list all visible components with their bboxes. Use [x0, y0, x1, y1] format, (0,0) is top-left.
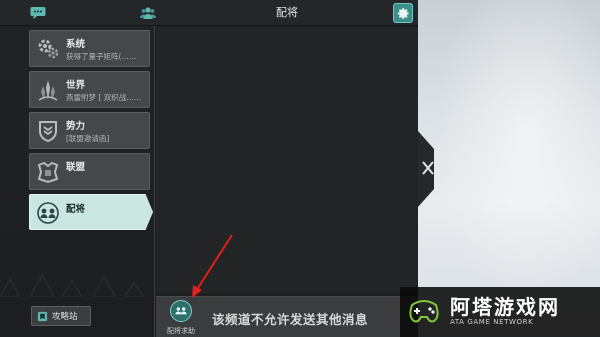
channel-restriction-notice: 该频道不允许发送其他消息 [212, 312, 369, 327]
page-title: 配将 [276, 6, 298, 19]
world-spire-icon [35, 77, 61, 103]
gamepad-logo-icon [409, 300, 439, 323]
pairing-help-icon [170, 300, 192, 322]
channel-title: 世界 [66, 80, 86, 91]
guide-site-label: 攻略站 [52, 312, 78, 322]
channel-last-message: [联盟邀请函] [66, 134, 110, 143]
chat-message-area [156, 27, 418, 293]
gear-cluster-icon [35, 36, 61, 62]
pairing-help-label: 配将求助 [167, 327, 195, 335]
channel-item-system[interactable]: 系统 获得了量子矩阵(…… [29, 30, 150, 67]
channel-title: 势力 [66, 121, 86, 132]
guide-site-button[interactable]: 攻略站 [31, 306, 91, 326]
watermark-name: 阿塔游戏网 [450, 295, 560, 319]
chat-footer: 配将求助 该频道不允许发送其他消息 [156, 296, 418, 337]
channel-title: 联盟 [66, 162, 86, 173]
channel-last-message: 获得了量子矩阵(…… [66, 52, 137, 61]
channel-item-alliance[interactable]: 联盟 [29, 153, 150, 190]
alliance-emblem-icon [35, 159, 61, 185]
channel-item-world[interactable]: 世界 燕雷附梦 [ 双织战…… [29, 71, 150, 108]
group-icon[interactable] [138, 3, 158, 23]
site-watermark: 阿塔游戏网 ATA GAME NETWORK [400, 287, 600, 337]
watermark-subtitle: ATA GAME NETWORK [450, 318, 534, 326]
triangle-pattern-decoration [0, 273, 145, 297]
pairing-icon [35, 200, 61, 226]
pairing-help-button[interactable]: 配将求助 [164, 300, 198, 336]
channel-last-message: 燕雷附梦 [ 双织战…… [66, 93, 142, 102]
settings-button[interactable] [393, 3, 413, 23]
chat-top-bar: 配将 [0, 0, 418, 26]
bookmark-icon [37, 311, 48, 321]
chat-bubble-icon[interactable] [28, 3, 48, 23]
channel-title: 系统 [66, 39, 86, 50]
collapse-panel-button[interactable] [418, 131, 440, 207]
channel-item-faction[interactable]: 势力 [联盟邀请函] [29, 112, 150, 149]
channel-title: 配将 [66, 204, 86, 215]
channel-item-pairing-selected[interactable]: 配将 [29, 194, 153, 230]
faction-shield-icon [35, 118, 61, 144]
gear-icon [397, 7, 409, 19]
